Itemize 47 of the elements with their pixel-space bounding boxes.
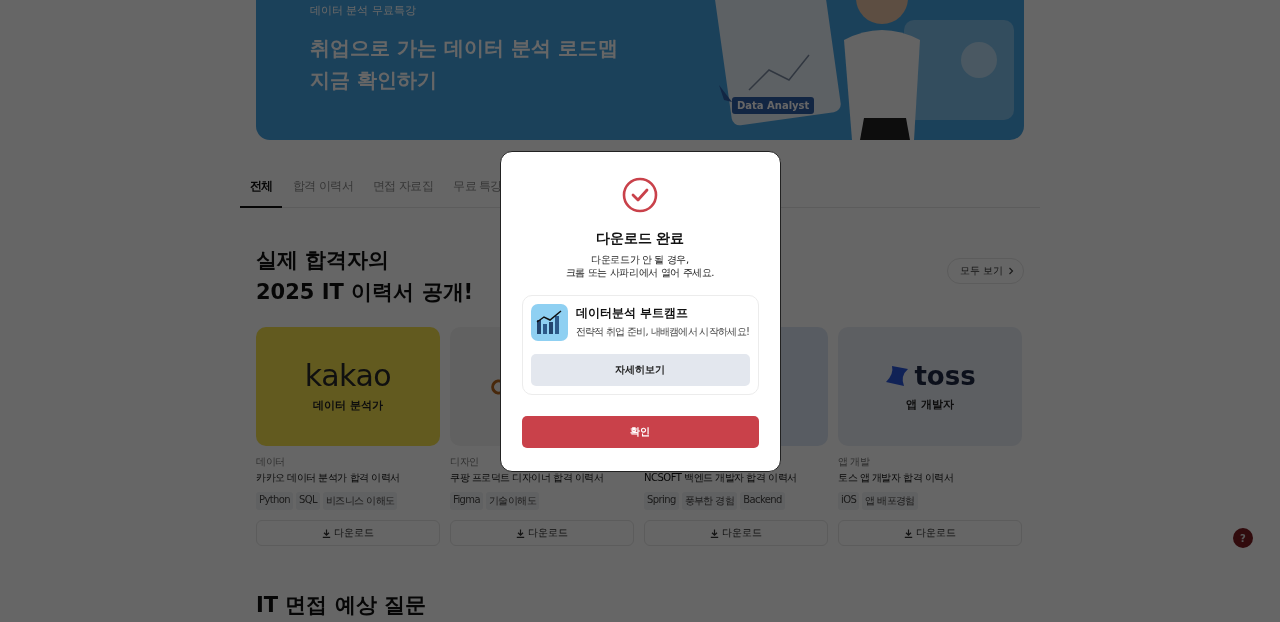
skill-tag: 풍부한 경험 bbox=[681, 492, 738, 510]
card-title: 쿠팡 프로덕트 디자이너 합격 이력서 bbox=[450, 471, 605, 485]
category-tab[interactable]: 전체 bbox=[240, 166, 282, 208]
logo-wordmark: toss bbox=[914, 361, 976, 391]
skill-tag: iOS bbox=[838, 492, 860, 510]
skill-tag: Figma bbox=[450, 492, 484, 510]
resume-thumbnail[interactable]: toss 앱 개발자 bbox=[838, 327, 1022, 446]
section-title: IT 면접 예상 질문 bbox=[256, 592, 428, 618]
chevron-right-icon bbox=[1007, 267, 1015, 275]
check-circle-icon bbox=[622, 176, 658, 213]
bootcamp-title: 데이터분석 부트캠프 bbox=[575, 305, 689, 321]
card-title: 카카오 데이터 분석가 합격 이력서 bbox=[256, 471, 401, 485]
download-icon bbox=[516, 528, 525, 538]
banner-eyebrow: 데이터 분석 무료특강 bbox=[310, 3, 417, 18]
card-title: NCSOFT 백엔드 개발자 합격 이력서 bbox=[644, 471, 798, 485]
download-button[interactable]: 다운로드 bbox=[644, 520, 828, 546]
skill-tag: 비즈니스 이해도 bbox=[323, 492, 398, 510]
dialog-title: 다운로드 완료 bbox=[595, 229, 685, 248]
promo-banner[interactable]: 데이터 분석 무료특강 취업으로 가는 데이터 분석 로드맵 지금 확인하기 Data Analyst bbox=[256, 0, 1024, 140]
resume-thumbnail[interactable]: kakao 데이터 분석가 bbox=[256, 327, 440, 446]
role-label: 데이터 분석가 bbox=[313, 398, 383, 413]
confirm-button[interactable]: 확인 bbox=[521, 415, 759, 448]
role-label: 앱 개발자 bbox=[906, 397, 954, 412]
download-icon bbox=[322, 528, 331, 538]
help-button[interactable]: ? bbox=[1233, 528, 1253, 548]
data-analyst-tag: Data Analyst bbox=[732, 97, 815, 114]
view-all-button[interactable]: 모두 보기 bbox=[946, 258, 1024, 284]
skill-tag: SQL bbox=[296, 492, 321, 510]
card-title: 토스 앱 개발자 합격 이력서 bbox=[838, 471, 955, 485]
banner-title: 취업으로 가는 데이터 분석 로드맵 지금 확인하기 bbox=[310, 35, 619, 94]
download-icon bbox=[904, 528, 913, 538]
skill-tag: Python bbox=[256, 492, 294, 510]
download-button[interactable]: 다운로드 bbox=[838, 520, 1022, 546]
logo-icon bbox=[884, 364, 911, 388]
skill-tag: Backend bbox=[740, 492, 785, 510]
skill-tag: 기술이해도 bbox=[486, 492, 540, 510]
bootcamp-subtitle: 전략적 취업 준비, 내배캠에서 시작하세요! bbox=[575, 324, 750, 339]
details-button[interactable]: 자세히보기 bbox=[530, 353, 750, 386]
download-button[interactable]: 다운로드 bbox=[256, 520, 440, 546]
bar-chart-icon bbox=[530, 303, 568, 341]
download-icon bbox=[710, 528, 719, 538]
skill-tag: 앱 배포경험 bbox=[862, 492, 918, 510]
logo-wordmark: kakao bbox=[304, 360, 392, 392]
section-title: 실제 합격자의 2025 IT 이력서 공개! bbox=[256, 247, 474, 306]
dialog-message: 다운로드가 안 될 경우, 크롬 또는 사파리에서 열어 주세요. bbox=[565, 252, 715, 279]
download-button[interactable]: 다운로드 bbox=[450, 520, 634, 546]
skill-tag: Spring bbox=[644, 492, 679, 510]
